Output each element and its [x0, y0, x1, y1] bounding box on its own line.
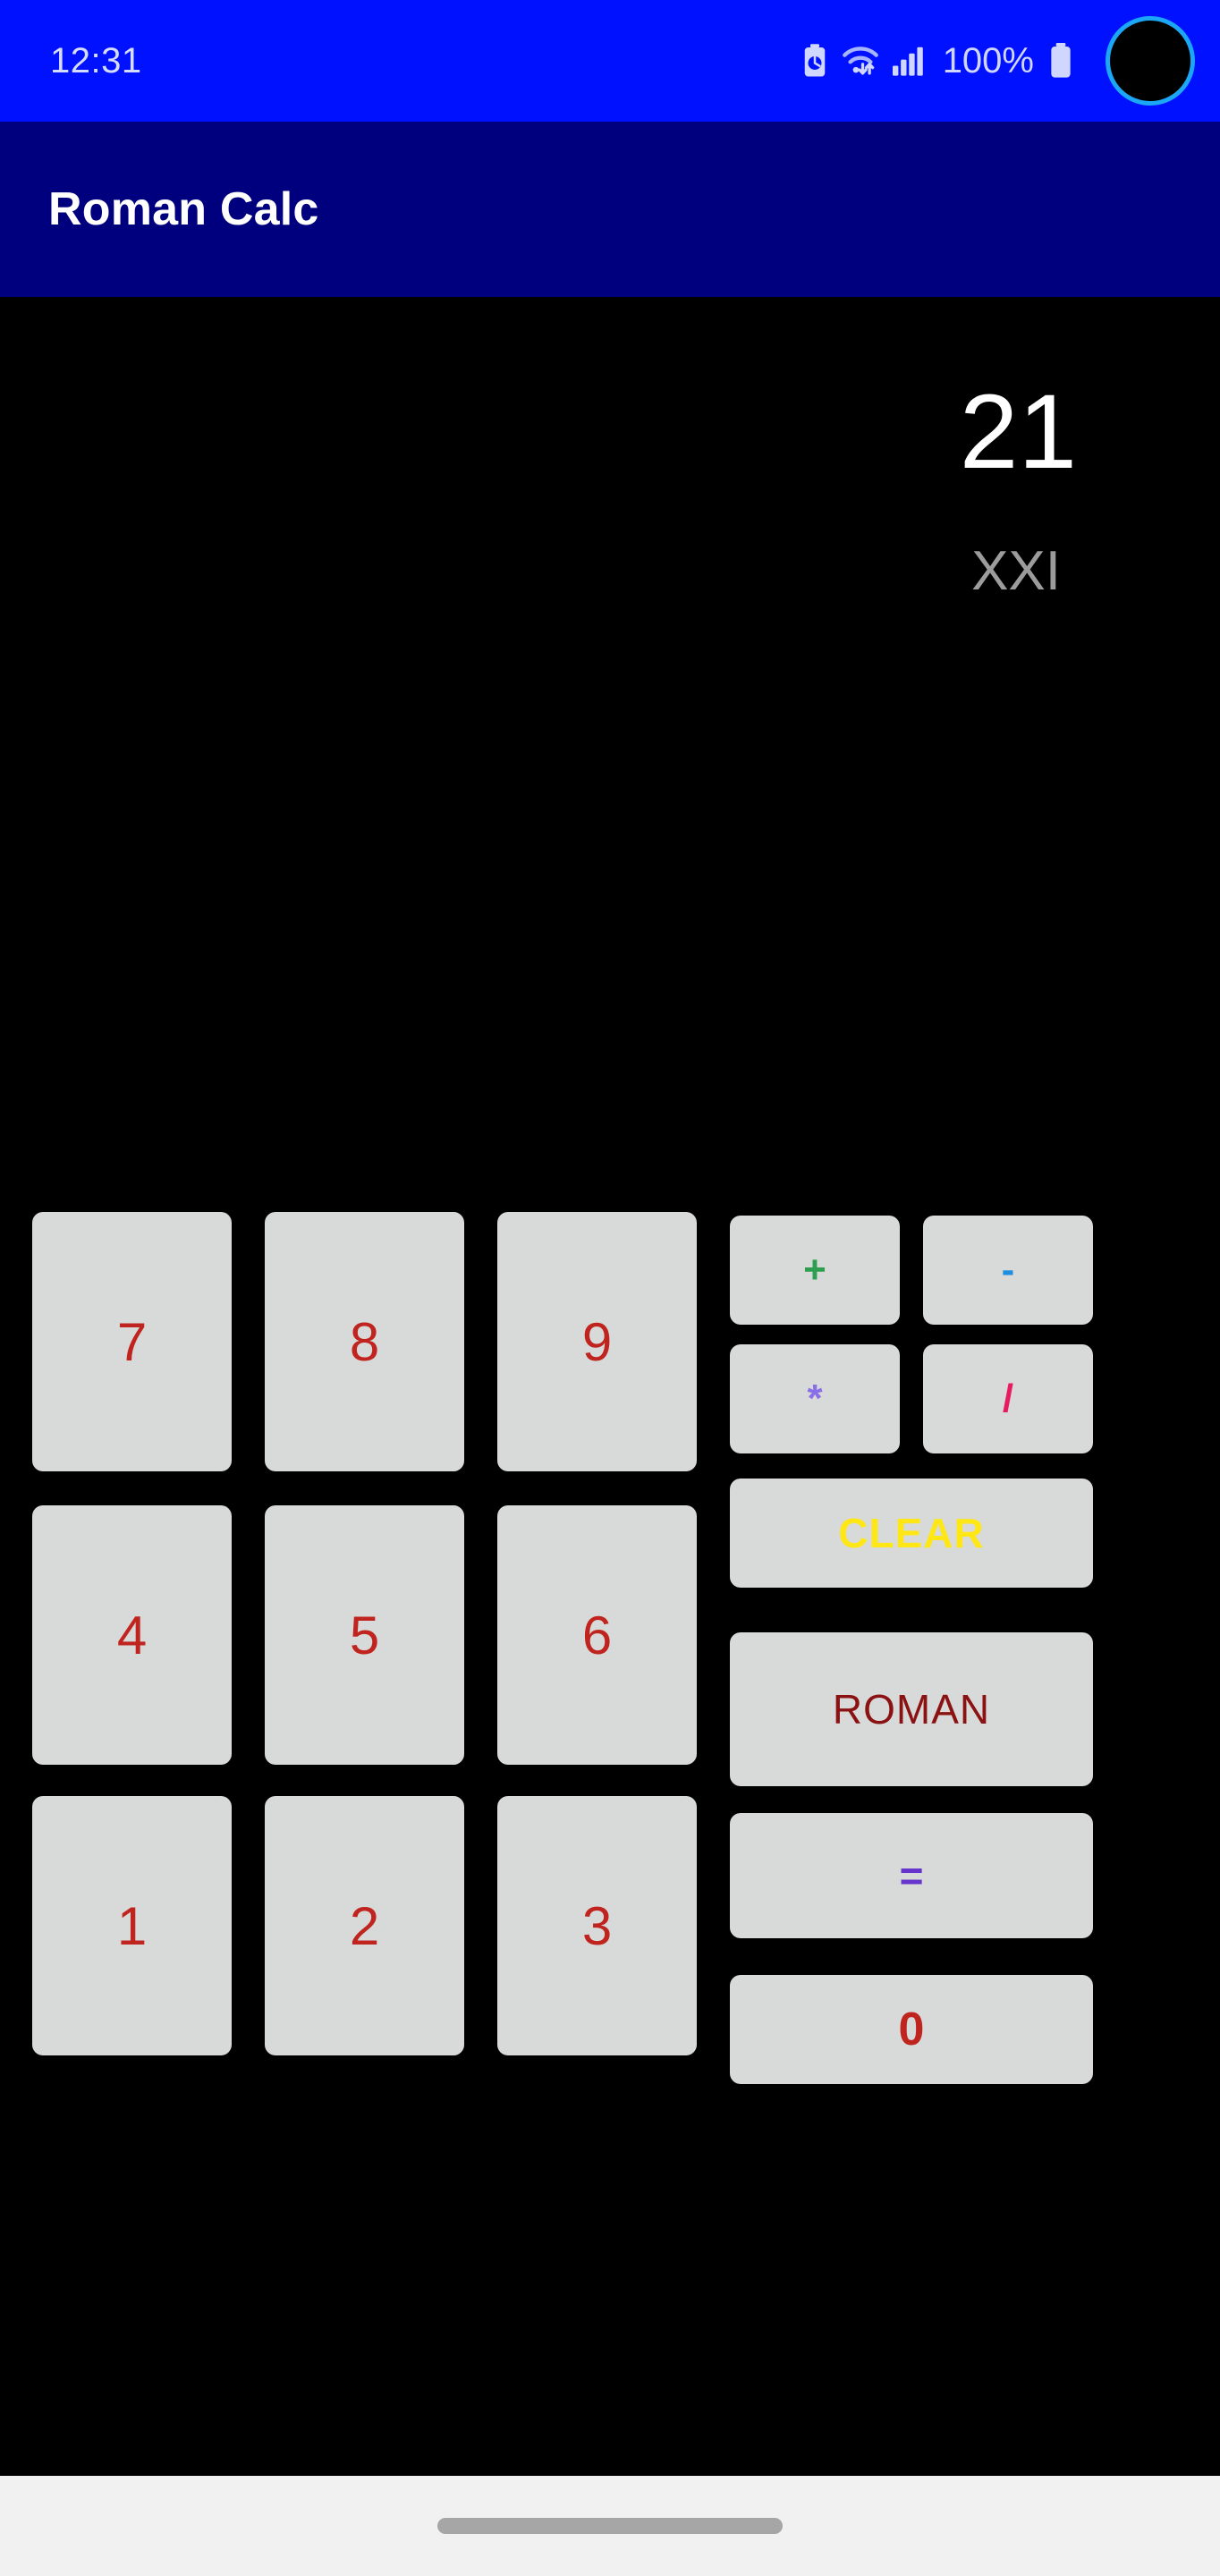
- key-6[interactable]: 6: [497, 1505, 697, 1765]
- key-roman-label: ROMAN: [832, 1686, 991, 1733]
- key-5-label: 5: [349, 1605, 380, 1665]
- equals-icon: =: [899, 1852, 924, 1899]
- home-gesture-pill[interactable]: [437, 2518, 783, 2534]
- key-7-label: 7: [116, 1311, 148, 1372]
- key-3[interactable]: 3: [497, 1796, 697, 2055]
- gesture-nav-bar: [0, 2476, 1220, 2576]
- camera-cutout-icon: [1106, 16, 1195, 106]
- key-4[interactable]: 4: [32, 1505, 232, 1765]
- key-8-label: 8: [349, 1311, 380, 1372]
- key-6-label: 6: [581, 1605, 613, 1665]
- key-1[interactable]: 1: [32, 1796, 232, 2055]
- key-clear[interactable]: CLEAR: [730, 1479, 1093, 1588]
- battery-percentage-label: 100%: [942, 40, 1034, 80]
- key-roman[interactable]: ROMAN: [730, 1632, 1093, 1786]
- wifi-icon: [841, 44, 880, 78]
- key-9[interactable]: 9: [497, 1212, 697, 1471]
- battery-saver-icon: [801, 44, 828, 78]
- status-clock: 12:31: [50, 40, 142, 80]
- key-clear-label: CLEAR: [838, 1510, 985, 1556]
- key-7[interactable]: 7: [32, 1212, 232, 1471]
- key-9-label: 9: [581, 1311, 613, 1372]
- key-3-label: 3: [581, 1895, 613, 1956]
- asterisk-icon: *: [807, 1377, 823, 1420]
- key-5[interactable]: 5: [265, 1505, 464, 1765]
- phone-screen: 12:31 100% Roman Calc 21 XXI 7 8 9 4 5 6…: [0, 0, 1220, 2576]
- key-0[interactable]: 0: [730, 1975, 1093, 2084]
- app-title: Roman Calc: [48, 183, 319, 235]
- key-minus[interactable]: -: [923, 1216, 1093, 1325]
- key-2[interactable]: 2: [265, 1796, 464, 2055]
- battery-icon: [1048, 43, 1073, 79]
- display-roman-value: XXI: [971, 540, 1061, 602]
- key-8[interactable]: 8: [265, 1212, 464, 1471]
- app-bar: Roman Calc: [0, 122, 1220, 297]
- key-multiply[interactable]: *: [730, 1344, 900, 1453]
- status-bar-icons: 100%: [801, 16, 1195, 106]
- display-decimal-value: 21: [959, 373, 1077, 491]
- key-0-label: 0: [898, 2004, 925, 2055]
- key-2-label: 2: [349, 1895, 380, 1956]
- slash-icon: /: [1002, 1377, 1014, 1420]
- calculator-display: 21 XXI: [0, 297, 1220, 1211]
- cellular-signal-icon: [892, 46, 925, 76]
- keypad: 7 8 9 4 5 6 1 2 3 + - * / CLEAR ROMAN = …: [32, 1212, 1093, 2084]
- key-plus[interactable]: +: [730, 1216, 900, 1325]
- minus-icon: -: [1001, 1248, 1015, 1292]
- status-bar: 12:31 100%: [0, 0, 1220, 122]
- key-1-label: 1: [116, 1895, 148, 1956]
- plus-icon: +: [803, 1248, 826, 1292]
- key-4-label: 4: [116, 1605, 148, 1665]
- key-divide[interactable]: /: [923, 1344, 1093, 1453]
- key-equals[interactable]: =: [730, 1813, 1093, 1938]
